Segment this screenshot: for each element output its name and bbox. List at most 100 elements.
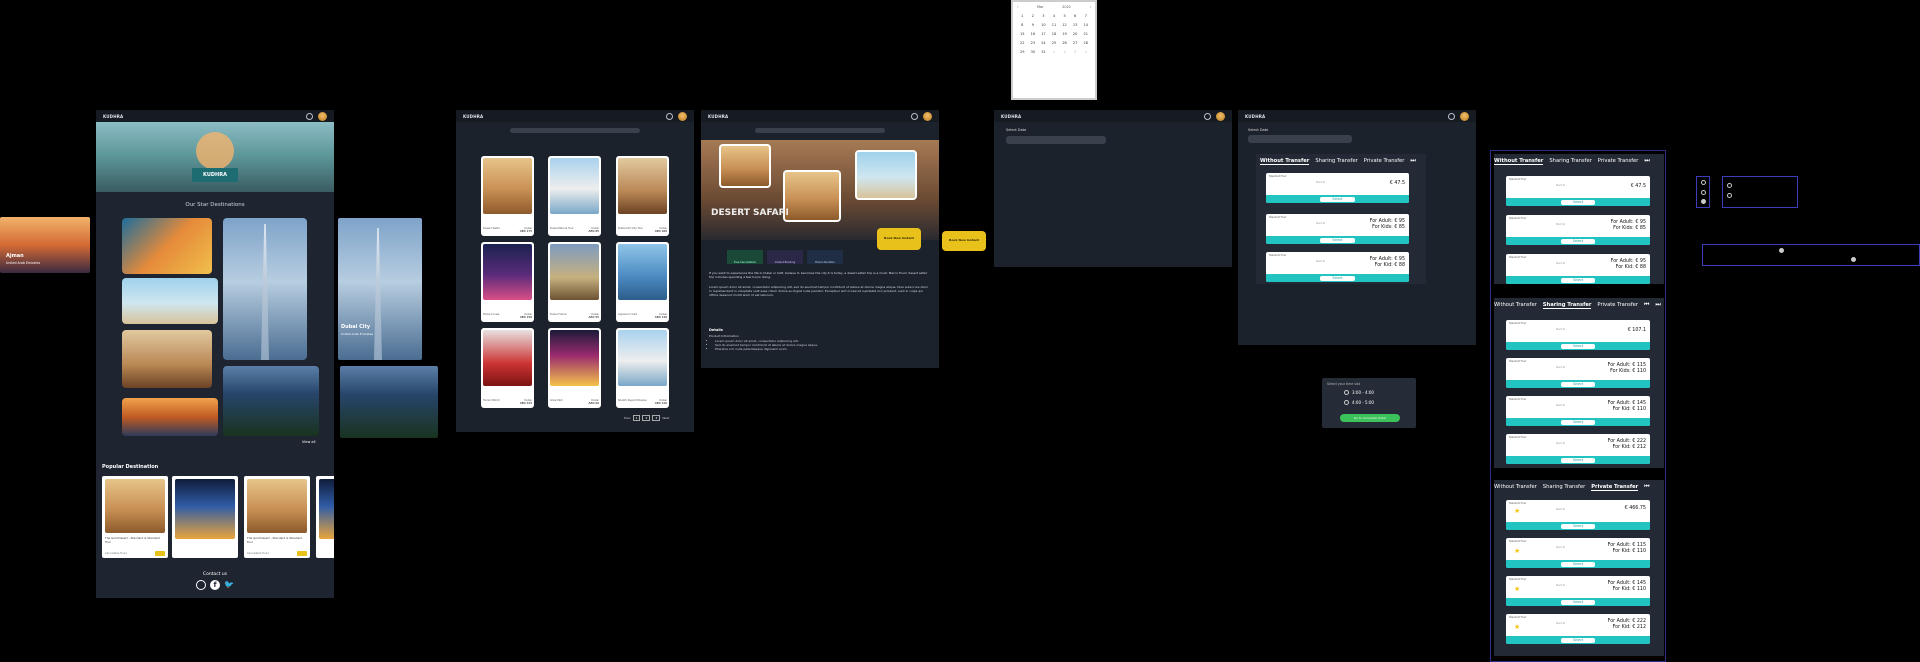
radio-button[interactable]	[1727, 183, 1732, 188]
skip-icon[interactable]: ⏭	[1644, 157, 1649, 165]
calendar-day[interactable]: 8	[1017, 23, 1028, 27]
globe-icon[interactable]	[1204, 112, 1211, 120]
page-button[interactable]: 2	[642, 415, 651, 421]
tour-card[interactable]: Desert Safari Dubai AED 175	[481, 156, 534, 236]
calendar-day[interactable]: 23	[1028, 41, 1039, 45]
next-button[interactable]: Next	[662, 416, 669, 420]
select-button[interactable]: Select	[1560, 637, 1596, 643]
whatsapp-icon[interactable]	[196, 580, 206, 590]
calendar-day[interactable]: 1	[1049, 50, 1060, 54]
popular-card-3[interactable]: The Gold Desert - Standard is Standard T…	[244, 476, 310, 558]
calendar-day[interactable]: 24	[1038, 41, 1049, 45]
calendar-day[interactable]: 4	[1080, 50, 1091, 54]
calendar-day[interactable]: 12	[1059, 23, 1070, 27]
select-button[interactable]: Select	[1320, 275, 1355, 281]
book-now-button-standalone[interactable]: Book Now Instant	[942, 231, 986, 251]
brand-logo[interactable]: KUDHRA	[463, 114, 483, 119]
twitter-icon[interactable]: 🐦	[224, 580, 234, 590]
calendar-day[interactable]: 5	[1059, 14, 1070, 18]
calendar-day[interactable]: 25	[1049, 41, 1060, 45]
prev-button[interactable]: Prev	[624, 416, 631, 420]
select-button[interactable]: Select	[1560, 561, 1596, 567]
globe-icon[interactable]	[306, 112, 313, 120]
tab-without-transfer[interactable]: Without Transfer	[1260, 158, 1310, 165]
calendar-day[interactable]: 2	[1059, 50, 1070, 54]
tab-sharing-transfer[interactable]: Sharing Transfer	[1315, 158, 1357, 164]
avatar[interactable]	[318, 111, 327, 121]
skip-back-icon[interactable]: ⏮	[1644, 301, 1649, 309]
calendar-day[interactable]: 1	[1017, 14, 1028, 18]
calendar-day[interactable]: 13	[1070, 23, 1081, 27]
prev-month-icon[interactable]: ‹	[1017, 5, 1018, 9]
view-all-link[interactable]: View all	[302, 440, 316, 444]
avatar[interactable]	[923, 111, 932, 121]
globe-icon[interactable]	[911, 112, 918, 120]
tab-without-transfer[interactable]: Without Transfer	[1494, 158, 1544, 165]
tour-card[interactable]: Aquarium Visit Dubai AED 140	[616, 242, 669, 322]
tour-card[interactable]: Ferrari World Dubai AED 345	[481, 328, 534, 408]
date-input[interactable]	[1006, 136, 1106, 144]
calendar-day[interactable]: 22	[1017, 41, 1028, 45]
brand-logo[interactable]: KUDHRA	[103, 114, 123, 119]
globe-icon[interactable]	[666, 112, 673, 120]
calendar-day[interactable]: 27	[1070, 41, 1081, 45]
tour-card[interactable]: Glow Park Dubai AED 60	[548, 328, 601, 408]
popular-card-4[interactable]	[316, 476, 334, 558]
select-button[interactable]: Select	[1560, 381, 1596, 387]
calendar-day[interactable]: 10	[1038, 23, 1049, 27]
calendar-day[interactable]: 11	[1049, 23, 1060, 27]
tab-sharing-transfer[interactable]: Sharing Transfer	[1543, 484, 1585, 490]
select-button[interactable]: Select	[1560, 343, 1596, 349]
destination-photo-forest[interactable]	[223, 366, 319, 436]
avatar[interactable]	[1460, 111, 1469, 121]
date-input[interactable]	[1248, 135, 1352, 143]
popular-card-2[interactable]	[172, 476, 238, 558]
calendar-day[interactable]: 3	[1070, 50, 1081, 54]
side-card-ajman[interactable]: Ajman United Arab Emirates	[0, 217, 90, 273]
destination-photo-truck[interactable]	[122, 398, 218, 436]
calendar-day[interactable]: 2	[1028, 14, 1039, 18]
destination-photo-beach[interactable]	[122, 278, 218, 324]
avatar[interactable]	[1216, 111, 1225, 121]
side-card-dubai[interactable]: Dubai City United Arab Emirates	[338, 218, 422, 360]
destination-photo-fort[interactable]	[122, 330, 212, 388]
tab-private-transfer[interactable]: Private Transfer	[1364, 158, 1405, 164]
calendar-day[interactable]: 14	[1080, 23, 1091, 27]
calendar-day[interactable]: 17	[1038, 32, 1049, 36]
tour-card[interactable]: Dubai Frame Dubai AED 55	[548, 242, 601, 322]
time-slot-option[interactable]: 4:00 - 5:00	[1344, 400, 1374, 405]
calendar-day[interactable]: 31	[1038, 50, 1049, 54]
calendar-year[interactable]: 2021	[1062, 5, 1071, 9]
calendar-day[interactable]: 18	[1049, 32, 1060, 36]
calendar-day[interactable]: 21	[1080, 32, 1091, 36]
page-button[interactable]: 3	[652, 415, 661, 421]
calendar-day[interactable]: 4	[1049, 14, 1060, 18]
brand-logo[interactable]: KUDHRA	[708, 114, 728, 119]
radio-button[interactable]	[1851, 257, 1856, 262]
calendar-day[interactable]: 26	[1059, 41, 1070, 45]
search-input[interactable]	[755, 128, 885, 133]
calendar-day[interactable]: 16	[1028, 32, 1039, 36]
next-month-icon[interactable]: ›	[1090, 5, 1091, 9]
skip-back-icon[interactable]: ⏮	[1644, 483, 1649, 491]
tour-card[interactable]: Dhow Cruise Dubai AED 150	[481, 242, 534, 322]
select-button[interactable]: Select	[1560, 419, 1596, 425]
select-button[interactable]: Select	[1560, 238, 1596, 244]
calendar-day[interactable]: 20	[1070, 32, 1081, 36]
radio-button[interactable]	[1701, 199, 1706, 204]
destination-photo-coral[interactable]	[122, 218, 212, 274]
search-input[interactable]	[510, 128, 640, 133]
calendar-day[interactable]: 28	[1080, 41, 1091, 45]
complete-order-button[interactable]: Go to complete Order	[1340, 414, 1400, 422]
calendar-day[interactable]: 30	[1028, 50, 1039, 54]
popular-card-1[interactable]: The Gold Desert - Standard is Standard T…	[102, 476, 168, 558]
tour-card[interactable]: Dubai Old City Tour Dubai AED 100	[616, 156, 669, 236]
tab-private-transfer[interactable]: Private Transfer	[1598, 158, 1639, 164]
calendar-day[interactable]: 3	[1038, 14, 1049, 18]
radio-button[interactable]	[1344, 390, 1349, 395]
select-button[interactable]: Select	[1320, 237, 1355, 243]
select-button[interactable]: Select	[1560, 199, 1596, 205]
calendar-day[interactable]: 7	[1080, 14, 1091, 18]
tab-without-transfer[interactable]: Without Transfer	[1494, 484, 1537, 490]
tour-card[interactable]: Dubai Marina Tour Dubai AED 85	[548, 156, 601, 236]
